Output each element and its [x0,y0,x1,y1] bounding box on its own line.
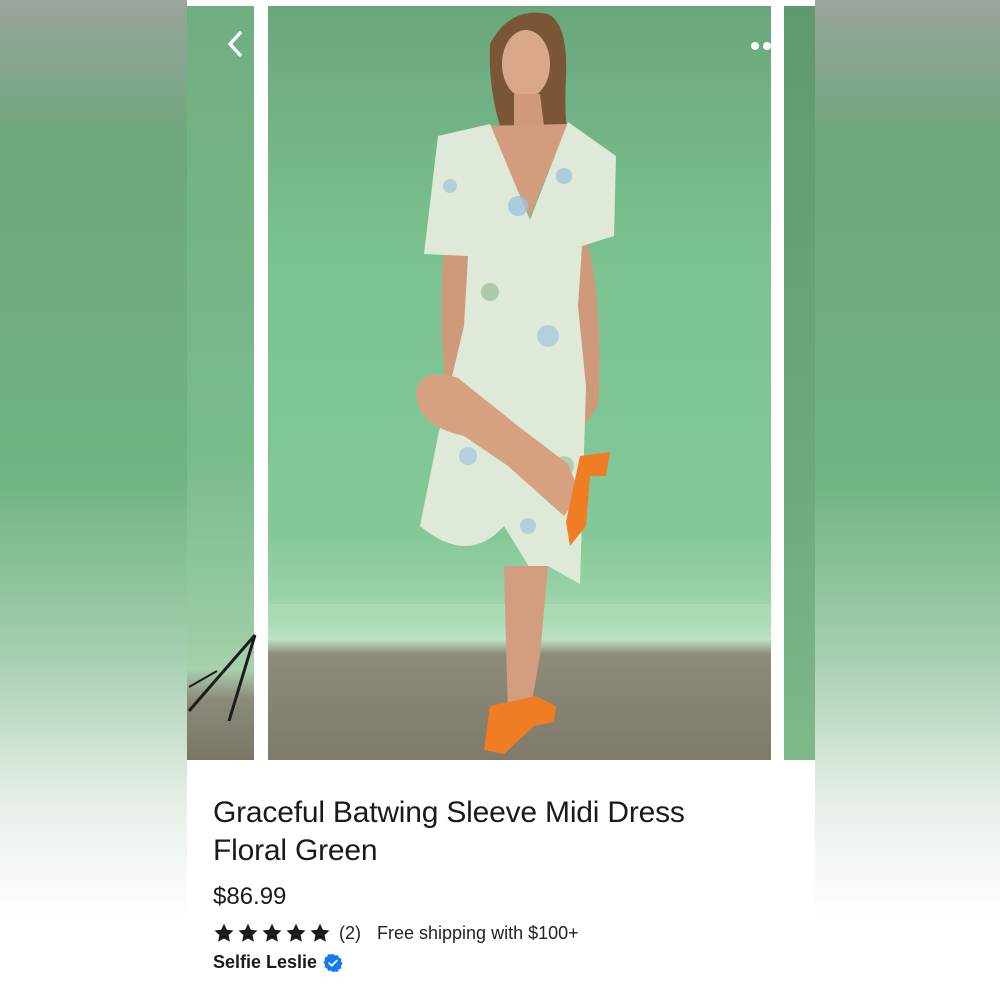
product-image-carousel[interactable] [187,6,815,760]
product-title[interactable]: Graceful Batwing Sleeve Midi Dress Flora… [213,794,793,870]
chevron-left-icon [228,31,242,57]
star-rating[interactable] [213,922,331,944]
product-screen: Graceful Batwing Sleeve Midi Dress Flora… [187,0,815,1000]
tripod-stand-graphic [187,634,257,721]
review-count[interactable]: (2) [339,923,361,944]
verified-badge-icon [323,953,343,972]
product-info: Graceful Batwing Sleeve Midi Dress Flora… [213,794,793,973]
star-icon [214,923,234,942]
product-title-line-2: Floral Green [213,834,378,867]
star-icon [238,923,258,942]
product-main-image[interactable] [268,6,771,760]
previous-product-image[interactable] [187,6,257,760]
back-button[interactable] [217,26,253,62]
shipping-info: Free shipping with $100+ [377,922,579,943]
more-options-button[interactable] [745,28,789,64]
rating-shipping-row: (2) Free shipping with $100+ [213,920,793,946]
product-title-line-1: Graceful Batwing Sleeve Midi Dress [213,796,685,829]
star-icon [310,923,330,942]
next-product-image[interactable] [784,6,815,760]
background-blur-right [815,0,1000,1000]
star-icon [262,923,282,942]
star-icon [286,923,306,942]
more-horizontal-icon [751,42,783,50]
model-wearing-dress-image [268,12,771,754]
background-blur-left [0,0,187,1000]
product-price: $86.99 [213,883,287,910]
seller-name[interactable]: Selfie Leslie [213,952,317,973]
seller-row[interactable]: Selfie Leslie [213,952,793,973]
